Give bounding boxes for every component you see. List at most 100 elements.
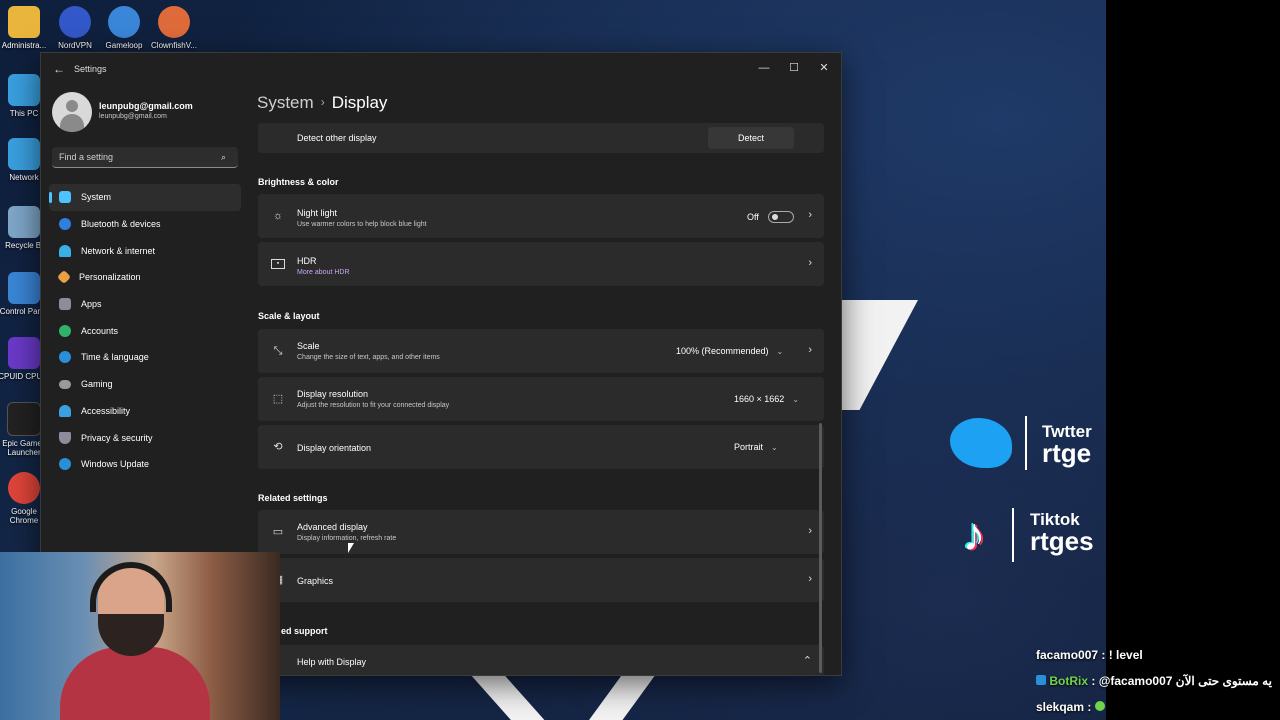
chat-message: BotRix : @facamo007 يه مستوى حتى الآن <box>1036 674 1272 688</box>
graphics-card[interactable]: ▦ Graphics › <box>258 558 824 602</box>
bluetooth-icon <box>59 218 71 231</box>
scale-description: Change the size of text, apps, and other… <box>297 354 440 361</box>
window-title: Settings <box>74 64 107 74</box>
night-light-toggle[interactable] <box>768 211 794 223</box>
monitor-icon: ▭ <box>272 526 284 538</box>
chat-message: facamo007 : ! level <box>1036 648 1143 662</box>
breadcrumb: System › Display <box>257 93 387 113</box>
chevron-right-icon[interactable]: › <box>808 344 812 356</box>
chevron-right-icon: › <box>808 209 812 221</box>
orientation-label: Display orientation <box>297 443 372 453</box>
hdr-card[interactable]: ▪ HDR More about HDR › <box>258 242 824 286</box>
sidebar-item-personalization[interactable]: Personalization <box>49 264 241 291</box>
sidebar-item-apps[interactable]: Apps <box>49 291 241 318</box>
section-brightness-color: Brightness & color <box>258 177 339 187</box>
computer-icon <box>8 74 40 106</box>
detect-button[interactable]: Detect <box>708 127 794 149</box>
update-icon <box>59 458 71 471</box>
back-arrow-icon[interactable]: ← <box>53 62 65 76</box>
advanced-display-description: Display information, refresh rate <box>297 535 397 542</box>
tiktok-icon: ♪ <box>962 508 986 560</box>
sidebar-item-windows-update[interactable]: Windows Update <box>49 451 241 478</box>
section-support: ed support <box>281 626 328 636</box>
orientation-dropdown[interactable]: Portrait ⌄ <box>734 436 778 458</box>
hdr-more-link[interactable]: More about HDR <box>297 269 350 276</box>
sidebar-item-gaming[interactable]: Gaming <box>49 371 241 398</box>
graphics-label: Graphics <box>297 576 334 586</box>
resolution-description: Adjust the resolution to fit your connec… <box>297 402 450 409</box>
advanced-display-label: Advanced display <box>297 522 368 532</box>
advanced-display-card[interactable]: ▭ Advanced display Display information, … <box>258 510 824 554</box>
section-related-settings: Related settings <box>258 493 328 503</box>
bot-badge-icon <box>1036 675 1046 685</box>
orientation-value: Portrait <box>734 442 764 452</box>
maximize-button[interactable]: ☐ <box>779 57 809 79</box>
sidebar-item-label: Personalization <box>79 272 141 283</box>
chevron-up-icon[interactable]: ⌃ <box>803 654 812 667</box>
stream-overlay-strip <box>1106 0 1280 720</box>
minimize-button[interactable]: — <box>749 57 779 79</box>
sidebar-item-label: Network & internet <box>81 245 156 256</box>
sidebar-item-bluetooth[interactable]: Bluetooth & devices <box>49 211 241 238</box>
sidebar-nav: System Bluetooth & devices Network & int… <box>49 184 241 478</box>
sidebar-item-accounts[interactable]: Accounts <box>49 317 241 344</box>
resolution-dropdown[interactable]: 1660 × 1662 ⌄ <box>734 388 799 410</box>
sidebar-item-privacy[interactable]: Privacy & security <box>49 424 241 451</box>
chevron-down-icon: ⌄ <box>776 347 784 356</box>
network-icon <box>8 138 40 170</box>
profile-name: leunpubg@gmail.com <box>99 101 193 111</box>
apps-icon <box>59 298 71 311</box>
chat-text: : <box>1087 700 1092 714</box>
monitor-icon <box>59 191 71 204</box>
wifi-icon <box>59 244 71 257</box>
profile-email: leunpubg@gmail.com <box>99 113 167 120</box>
scale-card: ⤡ Scale Change the size of text, apps, a… <box>258 329 824 373</box>
search-icon: ⌕ <box>221 152 227 162</box>
shield-icon <box>59 431 71 444</box>
night-light-description: Use warmer colors to help block blue lig… <box>297 221 427 228</box>
promo-divider-2 <box>1012 508 1014 562</box>
sidebar-item-system[interactable]: System <box>49 184 241 211</box>
sidebar-item-network[interactable]: Network & internet <box>49 237 241 264</box>
chrome-icon <box>8 472 40 504</box>
scale-dropdown[interactable]: 100% (Recommended) ⌄ <box>676 340 783 362</box>
resolution-label: Display resolution <box>297 389 369 399</box>
desktop-icon-gameloop[interactable]: Gameloop <box>96 6 152 50</box>
resolution-icon: ⬚ <box>272 393 284 405</box>
chevron-down-icon: ⌄ <box>771 443 778 452</box>
gameloop-icon <box>108 6 140 38</box>
chevron-right-icon: › <box>320 95 325 109</box>
headset-icon <box>90 562 172 612</box>
orientation-card: ⟲ Display orientation Portrait ⌄ <box>258 425 824 469</box>
promo-divider <box>1025 416 1027 470</box>
search-input[interactable] <box>52 147 238 168</box>
chat-text: : @facamo007 يه مستوى حتى الآن <box>1091 674 1272 688</box>
help-display-card[interactable]: Help with Display ⌃ <box>258 645 824 675</box>
person-shirt <box>60 647 210 720</box>
recycle-bin-icon <box>8 206 40 238</box>
user-profile[interactable]: leunpubg@gmail.com leunpubg@gmail.com <box>52 92 242 132</box>
chevron-right-icon: › <box>808 525 812 537</box>
webcam-overlay <box>0 552 280 720</box>
breadcrumb-parent[interactable]: System <box>257 93 314 112</box>
scale-label: Scale <box>297 341 320 351</box>
sidebar-item-label: Time & language <box>81 352 149 363</box>
gamepad-icon <box>59 379 71 389</box>
desktop-icon-nordvpn[interactable]: NordVPN <box>47 6 103 50</box>
detect-label: Detect other display <box>297 133 377 143</box>
orientation-icon: ⟲ <box>273 441 283 453</box>
night-light-card[interactable]: ☼ Night light Use warmer colors to help … <box>258 194 824 238</box>
sidebar-item-time-language[interactable]: Time & language <box>49 344 241 371</box>
sidebar-item-accessibility[interactable]: Accessibility <box>49 398 241 425</box>
desktop-icon-clownfish[interactable]: ClownfishV... <box>146 6 202 50</box>
close-button[interactable]: ✕ <box>809 57 839 79</box>
content-scrollbar[interactable] <box>819 423 822 673</box>
chat-message: slekqam : <box>1036 700 1105 714</box>
emoji-icon <box>1094 701 1105 711</box>
sun-icon: ☼ <box>272 210 284 222</box>
page-title: Display <box>331 93 388 112</box>
desktop-icon-administrator[interactable]: Administra... <box>0 6 52 50</box>
chat-user: slekqam <box>1036 700 1085 714</box>
person-icon <box>59 324 71 337</box>
chevron-down-icon: ⌄ <box>792 395 800 404</box>
